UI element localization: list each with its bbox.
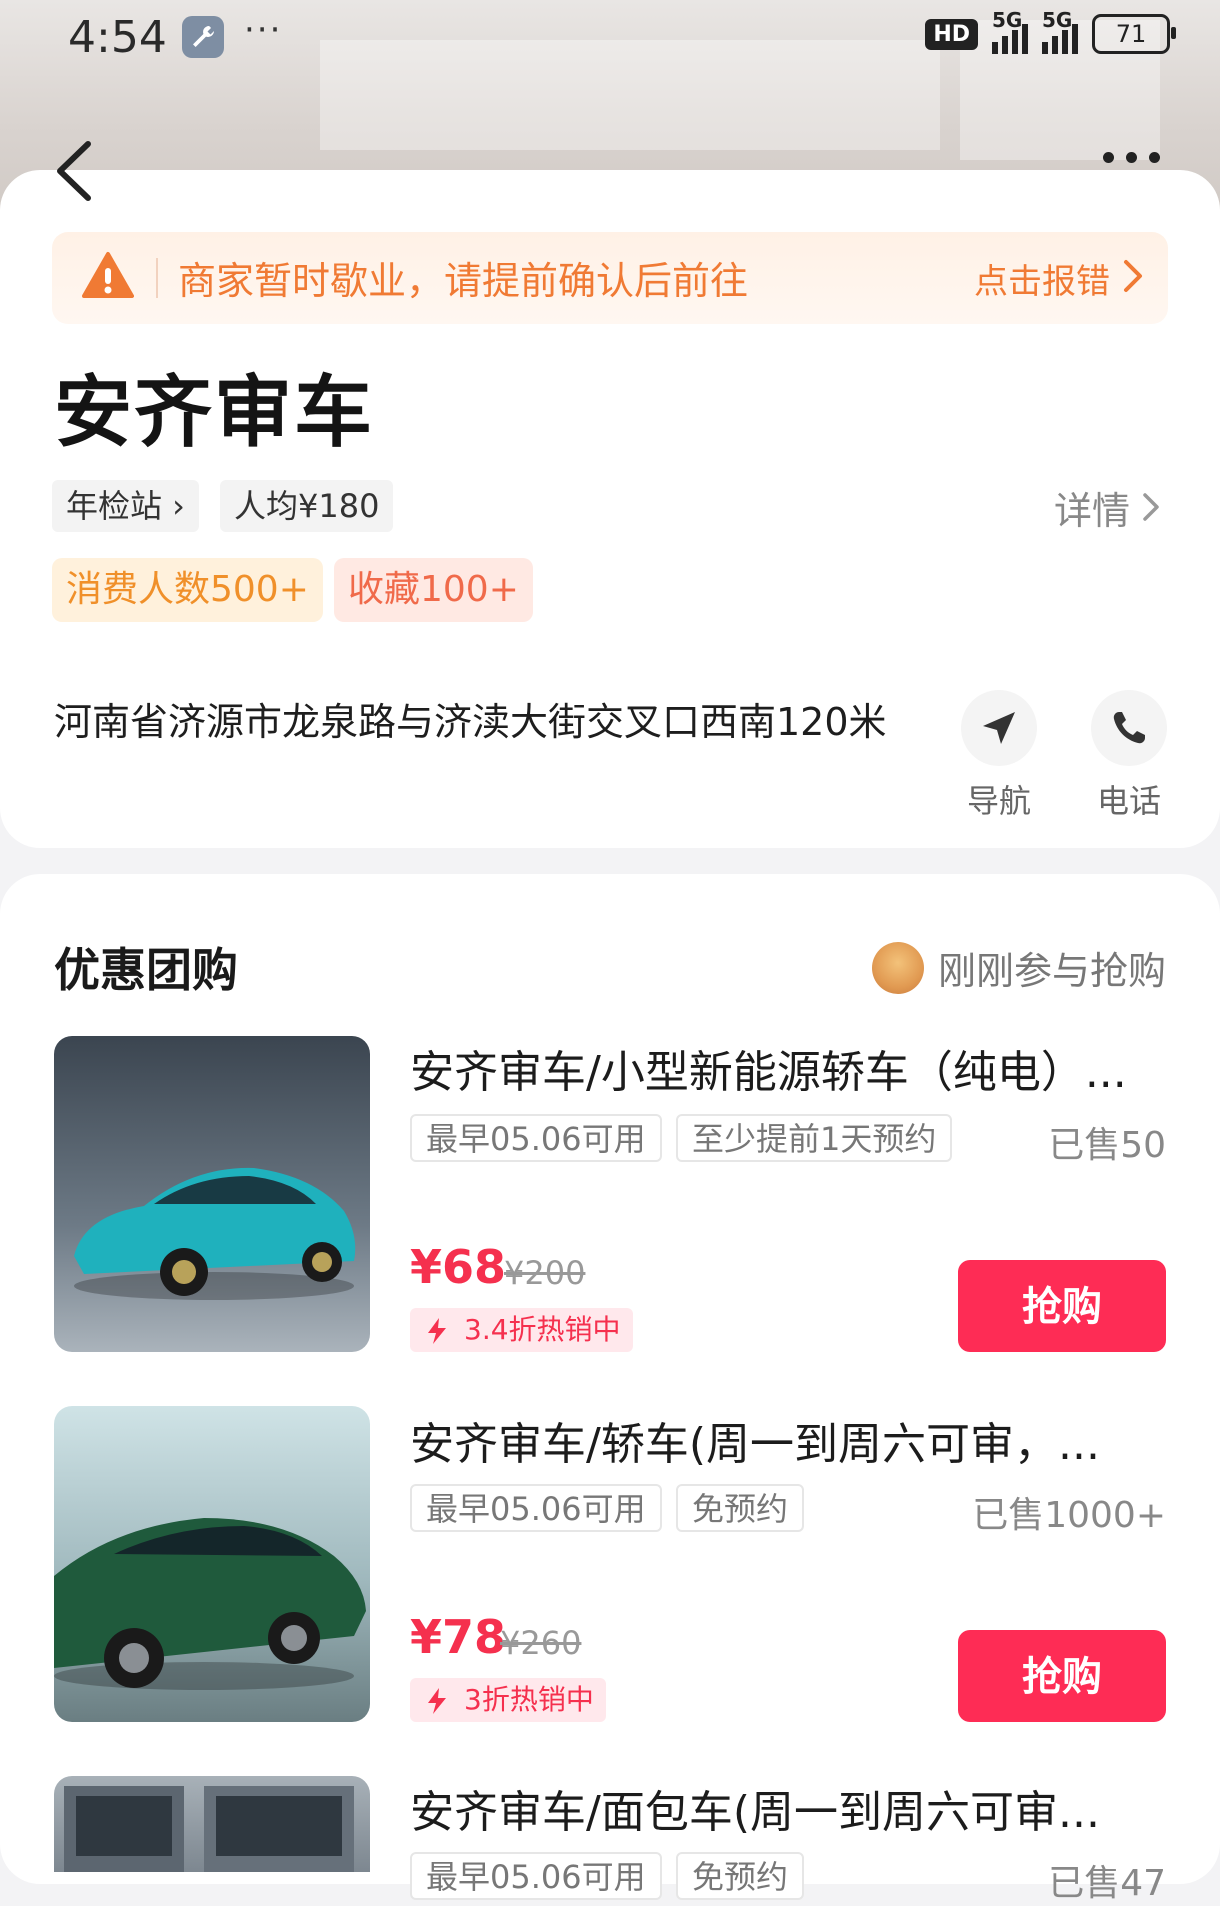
closed-notice-banner: 商家暂时歇业，请提前确认后前往 点击报错: [52, 232, 1168, 324]
deal-title-1[interactable]: 安齐审车/小型新能源轿车（纯电）...: [410, 1036, 1170, 1100]
deal-price-1: ¥68: [410, 1240, 507, 1294]
deal-chip-available-2: 最早05.06可用: [410, 1484, 662, 1532]
shop-address: 河南省济源市龙泉路与济渎大街交叉口西南120米: [54, 700, 887, 744]
recent-buyers-text: 刚刚参与抢购: [937, 949, 1166, 993]
hd-indicator: HD: [925, 18, 978, 50]
deal-original-price-2: ¥260: [500, 1624, 582, 1662]
avatar: [871, 941, 924, 994]
deal-sold-2: 已售1000+: [972, 1495, 1166, 1536]
deal-chip-available-1: 最早05.06可用: [410, 1114, 662, 1162]
buy-button-1[interactable]: 抢购: [958, 1260, 1166, 1352]
call-label: 电话: [1096, 782, 1161, 820]
network-type-label-2: 5G: [1042, 8, 1073, 32]
call-button[interactable]: 电话: [1074, 690, 1184, 822]
signal-icon: 5G: [992, 8, 1028, 54]
notice-divider: [156, 258, 158, 298]
phone-icon: [1091, 690, 1167, 766]
deal-discount-badge-1: 3.4折热销中: [410, 1308, 633, 1352]
back-button[interactable]: [50, 136, 100, 206]
van-image-3: [64, 1786, 354, 1872]
deal-sold-1: 已售50: [1048, 1125, 1166, 1166]
report-error-link[interactable]: 点击报错: [974, 254, 1110, 303]
deal-discount-text-2: 3折热销中: [464, 1683, 594, 1716]
flame-icon: [428, 1688, 446, 1714]
buy-button-2[interactable]: 抢购: [958, 1630, 1166, 1722]
deal-image-1[interactable]: [54, 1036, 370, 1352]
deal-chip-booking-3: 免预约: [676, 1852, 805, 1900]
deal-image-2[interactable]: [54, 1406, 370, 1722]
deal-chip-booking-2: 免预约: [676, 1484, 805, 1532]
signal-icon-2: 5G: [1042, 8, 1078, 54]
navigate-button[interactable]: 导航: [944, 690, 1054, 822]
status-indicators: HD 5G 5G 71: [925, 8, 1176, 54]
status-time: 4:54: [68, 12, 167, 63]
navigation-arrow-icon: [961, 690, 1037, 766]
car-image-2: [54, 1518, 366, 1690]
deal-image-3[interactable]: [54, 1776, 370, 1872]
deal-discount-badge-2: 3折热销中: [410, 1678, 606, 1722]
chevron-left-icon: [57, 141, 91, 201]
status-more-icon: ···: [244, 10, 283, 50]
network-type-label: 5G: [992, 8, 1023, 32]
wrench-icon: [182, 16, 224, 58]
deal-discount-text-1: 3.4折热销中: [464, 1313, 621, 1346]
deal-chip-available-3: 最早05.06可用: [410, 1852, 662, 1900]
deals-section-title: 优惠团购: [54, 943, 238, 997]
navigate-label: 导航: [966, 782, 1031, 820]
chevron-right-icon: [1124, 260, 1142, 292]
chevron-right-icon: [1143, 493, 1159, 521]
shop-name: 安齐审车: [54, 368, 375, 458]
status-bar: 4:54 ··· HD 5G 5G 71: [0, 0, 1220, 80]
flame-icon: [428, 1318, 446, 1344]
deals-card: [0, 874, 1220, 1884]
deal-chip-booking-1: 至少提前1天预约: [676, 1114, 953, 1162]
battery-icon: 71: [1092, 14, 1176, 54]
deal-title-2[interactable]: 安齐审车/轿车(周一到周六可审，...: [410, 1408, 1170, 1472]
deal-price-2: ¥78: [410, 1610, 507, 1664]
consumers-badge: 消费人数500+: [52, 558, 323, 622]
details-link[interactable]: 详情: [1054, 480, 1130, 535]
deal-original-price-1: ¥200: [504, 1254, 586, 1292]
favorites-badge: 收藏100+: [334, 558, 533, 622]
deal-title-3[interactable]: 安齐审车/面包车(周一到周六可审...: [410, 1776, 1170, 1840]
warning-icon: [82, 252, 134, 298]
avg-price-tag: 人均¥180: [220, 480, 394, 532]
more-options-button[interactable]: [1103, 152, 1160, 163]
notice-text: 商家暂时歇业，请提前确认后前往: [178, 259, 749, 303]
battery-level: 71: [1115, 20, 1147, 48]
car-image-1: [74, 1167, 356, 1300]
category-tag[interactable]: 年检站 ›: [52, 480, 199, 532]
recent-buyers: 刚刚参与抢购: [871, 940, 1166, 995]
deal-sold-3: 已售47: [1048, 1863, 1166, 1904]
